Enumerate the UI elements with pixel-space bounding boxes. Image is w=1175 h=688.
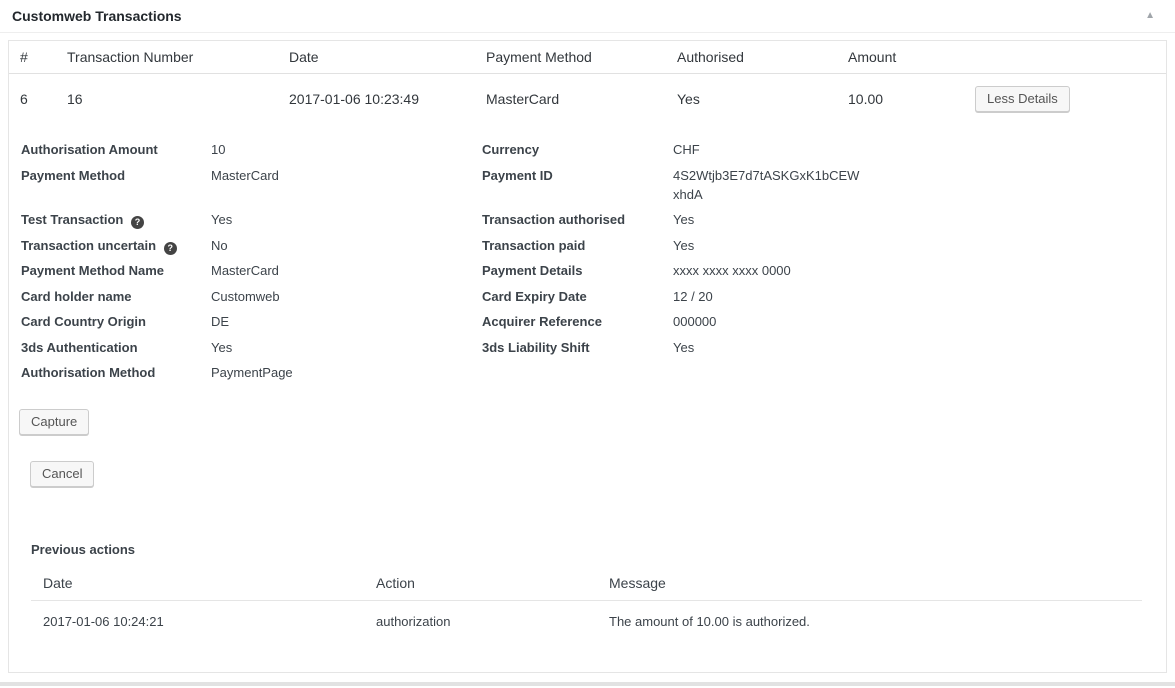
col-header-number: #: [9, 41, 56, 74]
cell-date: 2017-01-06 10:23:49: [278, 74, 475, 125]
detail-label: Card Expiry Date: [482, 287, 673, 306]
detail-row-authorisation-amount: Authorisation Amount 10 Currency CHF: [21, 140, 1166, 159]
cell-pa-message: The amount of 10.00 is authorized.: [597, 601, 1142, 640]
col-header-transaction-number: Transaction Number: [56, 41, 278, 74]
cell-pa-action: authorization: [364, 601, 597, 640]
detail-value: No: [211, 236, 482, 255]
cell-transaction-number: 16: [56, 74, 278, 125]
detail-value: 10: [211, 140, 482, 159]
cancel-button[interactable]: Cancel: [30, 461, 94, 487]
col-header-pa-date: Date: [31, 567, 364, 601]
detail-value: CHF: [673, 140, 1166, 159]
detail-value: DE: [211, 312, 482, 331]
col-header-payment-method: Payment Method: [475, 41, 666, 74]
col-header-pa-action: Action: [364, 567, 597, 601]
col-header-pa-message: Message: [597, 567, 1142, 601]
cell-pa-date: 2017-01-06 10:24:21: [31, 601, 364, 640]
detail-value: 12 / 20: [673, 287, 1166, 306]
detail-value: xxxx xxxx xxxx 0000: [673, 261, 1166, 280]
cell-number: 6: [9, 74, 56, 125]
previous-actions-title: Previous actions: [31, 542, 1166, 557]
col-header-authorised: Authorised: [666, 41, 837, 74]
page-title: Customweb Transactions: [12, 8, 182, 24]
detail-row-authorisation-method: Authorisation Method PaymentPage: [21, 363, 1166, 382]
detail-value: MasterCard: [211, 166, 482, 185]
detail-row-card-country-origin: Card Country Origin DE Acquirer Referenc…: [21, 312, 1166, 331]
previous-actions-table: Date Action Message 2017-01-06 10:24:21 …: [31, 567, 1142, 639]
detail-label: 3ds Authentication: [21, 338, 211, 357]
capture-button[interactable]: Capture: [19, 409, 89, 435]
detail-row-card-holder-name: Card holder name Customweb Card Expiry D…: [21, 287, 1166, 306]
detail-label: Payment Details: [482, 261, 673, 280]
detail-label: Transaction uncertain ?: [21, 236, 211, 255]
detail-label: Transaction paid: [482, 236, 673, 255]
detail-label: Authorisation Amount: [21, 140, 211, 159]
detail-row-test-transaction: Test Transaction ? Yes Transaction autho…: [21, 210, 1166, 229]
col-header-amount: Amount: [837, 41, 964, 74]
cell-amount: 10.00: [837, 74, 964, 125]
table-row: 2017-01-06 10:24:21 authorization The am…: [31, 601, 1142, 640]
transactions-table: # Transaction Number Date Payment Method…: [9, 41, 1166, 124]
detail-label: Authorisation Method: [21, 363, 211, 382]
detail-label: Card Country Origin: [21, 312, 211, 331]
detail-label: 3ds Liability Shift: [482, 338, 673, 357]
help-icon[interactable]: ?: [131, 216, 144, 229]
detail-row-transaction-uncertain: Transaction uncertain ? No Transaction p…: [21, 236, 1166, 255]
detail-row-3ds-authentication: 3ds Authentication Yes 3ds Liability Shi…: [21, 338, 1166, 357]
detail-value: 000000: [673, 312, 1166, 331]
detail-value: Customweb: [211, 287, 482, 306]
detail-label: Transaction authorised: [482, 210, 673, 229]
help-icon[interactable]: ?: [164, 242, 177, 255]
detail-value: Yes: [211, 210, 482, 229]
cell-authorised: Yes: [666, 74, 837, 125]
detail-value: Yes: [673, 210, 1166, 229]
detail-value: PaymentPage: [211, 363, 482, 382]
detail-label: Payment ID: [482, 166, 673, 185]
transactions-table-header-row: # Transaction Number Date Payment Method…: [9, 41, 1166, 74]
cell-payment-method: MasterCard: [475, 74, 666, 125]
detail-value-payment-id: 4S2Wtjb3E7d7tASKGxK1bCEWxhdA: [673, 166, 863, 204]
panel-header: Customweb Transactions ▲: [0, 0, 1175, 33]
page-divider: [0, 682, 1175, 686]
detail-row-payment-method-name: Payment Method Name MasterCard Payment D…: [21, 261, 1166, 280]
less-details-button[interactable]: Less Details: [975, 86, 1070, 112]
transactions-panel: # Transaction Number Date Payment Method…: [8, 40, 1167, 673]
detail-label: Payment Method Name: [21, 261, 211, 280]
detail-label: Card holder name: [21, 287, 211, 306]
detail-label: Test Transaction ?: [21, 210, 211, 229]
collapse-toggle-icon[interactable]: ▲: [1137, 9, 1163, 23]
transaction-details: Authorisation Amount 10 Currency CHF Pay…: [21, 140, 1166, 382]
table-row: 6 16 2017-01-06 10:23:49 MasterCard Yes …: [9, 74, 1166, 125]
detail-value: Yes: [673, 338, 1166, 357]
previous-actions-header-row: Date Action Message: [31, 567, 1142, 601]
detail-row-payment-method: Payment Method MasterCard Payment ID 4S2…: [21, 166, 1166, 204]
detail-value: Yes: [211, 338, 482, 357]
detail-label: Payment Method: [21, 166, 211, 185]
detail-value: MasterCard: [211, 261, 482, 280]
detail-label: Currency: [482, 140, 673, 159]
detail-value: Yes: [673, 236, 1166, 255]
col-header-date: Date: [278, 41, 475, 74]
detail-label: Acquirer Reference: [482, 312, 673, 331]
